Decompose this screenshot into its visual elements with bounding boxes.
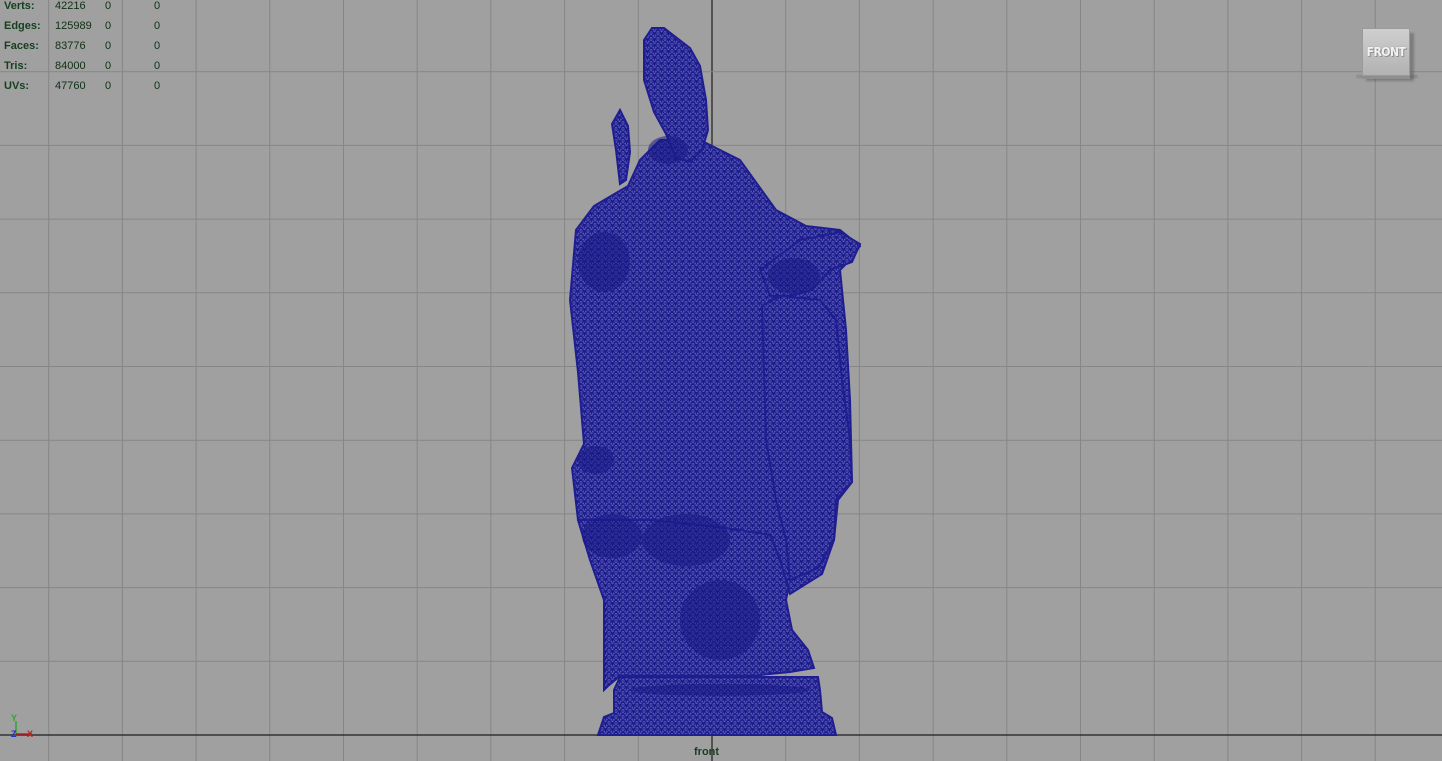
camera-name: front xyxy=(694,746,720,758)
hud-label: Verts: xyxy=(4,0,35,12)
axis-y-label: Y xyxy=(11,713,17,723)
hud-label: Faces: xyxy=(4,40,39,52)
axis-x-label: X xyxy=(27,729,33,739)
hud-label: UVs: xyxy=(4,80,30,92)
hud-count-selected: 0 xyxy=(105,20,112,32)
statue-wireframe-mesh[interactable] xyxy=(568,27,862,736)
hud-count-total: 47760 xyxy=(55,80,86,92)
hud-count-total: 125989 xyxy=(55,20,92,32)
hud-count-selected: 0 xyxy=(105,40,112,52)
hud-count-total: 83776 xyxy=(55,40,86,52)
front-viewport[interactable]: Verts: 42216 0 0 Edges: 125989 0 0 Faces: 83776 0 0… xyxy=(0,0,1442,761)
hud-count-extra: 0 xyxy=(154,80,161,92)
hud-count-total: 84000 xyxy=(55,60,86,72)
hud-count-selected: 0 xyxy=(105,60,112,72)
hud-count-extra: 0 xyxy=(154,60,161,72)
mesh-staff xyxy=(610,107,632,186)
axis-z-label: Z xyxy=(11,729,17,739)
viewport-canvas[interactable] xyxy=(0,0,1442,761)
axis-gizmo-icon: Y Z X xyxy=(11,713,33,739)
hud-count-extra: 0 xyxy=(154,20,161,32)
hud-count-total: 42216 xyxy=(55,0,86,12)
hud-count-extra: 0 xyxy=(154,0,161,12)
hud-count-extra: 0 xyxy=(154,40,161,52)
view-cube[interactable]: FRONT xyxy=(1362,28,1410,76)
hud-label: Tris: xyxy=(4,60,28,72)
hud-label: Edges: xyxy=(4,20,41,32)
view-cube-label: FRONT xyxy=(1366,45,1406,59)
hud-count-selected: 0 xyxy=(105,80,112,92)
hud-count-selected: 0 xyxy=(105,0,112,12)
